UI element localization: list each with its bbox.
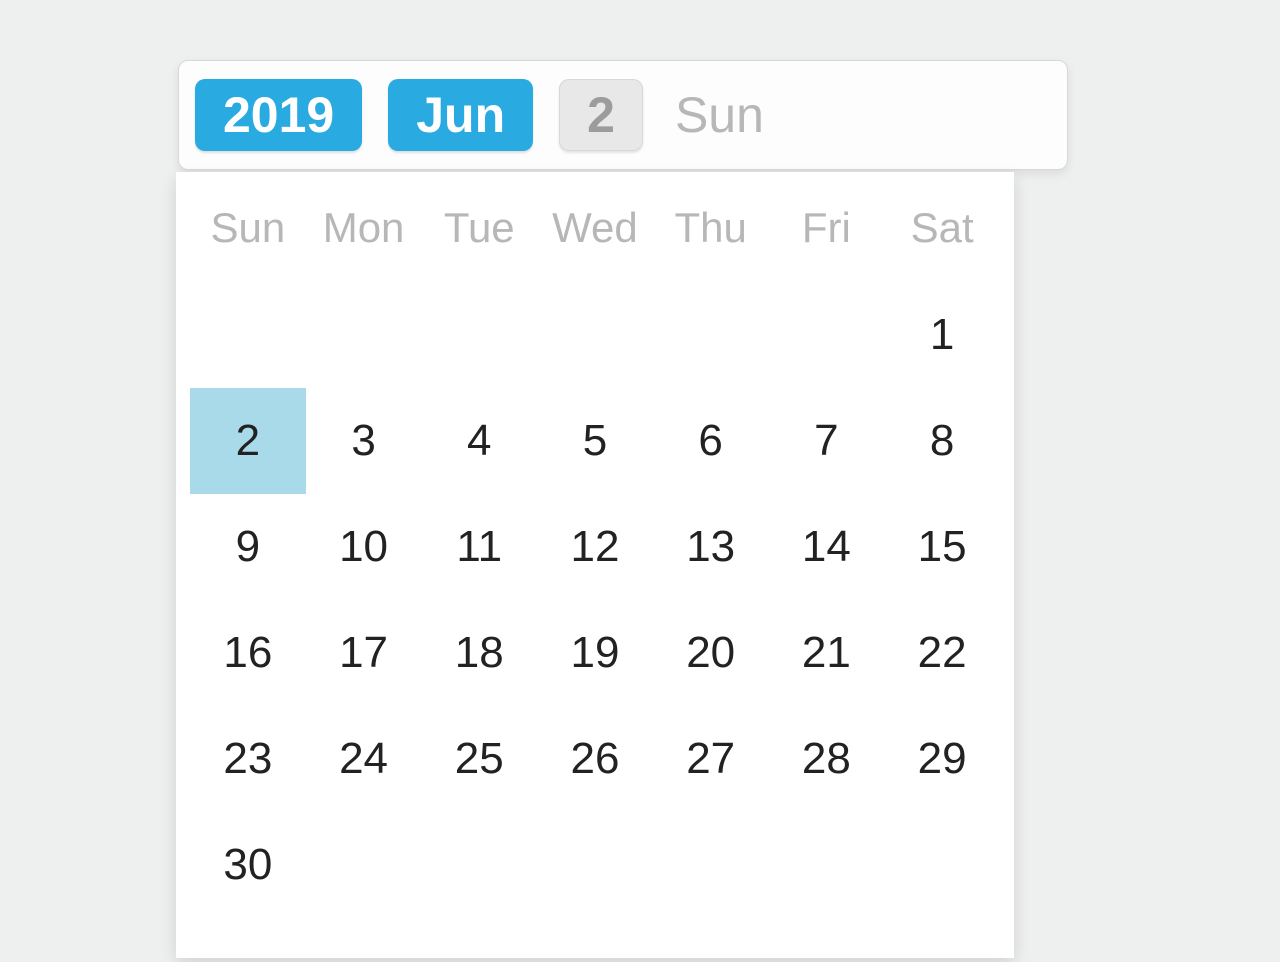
calendar-row: 9101112131415: [190, 494, 1000, 600]
calendar-day-label: 6: [654, 389, 768, 493]
calendar-day-label: 30: [191, 813, 305, 917]
calendar-day-label: 26: [538, 707, 652, 811]
calendar-day[interactable]: 14: [769, 494, 885, 600]
calendar-day[interactable]: 15: [884, 494, 1000, 600]
calendar-empty-cell: [306, 282, 422, 388]
day-of-week-label: Sun: [669, 86, 764, 144]
calendar-day[interactable]: 2: [190, 388, 306, 494]
date-picker-bar: 2019 Jun 2 Sun: [178, 60, 1068, 170]
calendar-day-label: 23: [191, 707, 305, 811]
calendar-day[interactable]: 7: [769, 388, 885, 494]
calendar-day-label: 7: [770, 389, 884, 493]
calendar-day-label: 14: [770, 495, 884, 599]
calendar-empty-cell: [190, 282, 306, 388]
month-button[interactable]: Jun: [388, 79, 533, 151]
calendar-row: 30: [190, 812, 1000, 918]
calendar-day-label: 12: [538, 495, 652, 599]
calendar-day[interactable]: 8: [884, 388, 1000, 494]
calendar-empty-cell: [537, 282, 653, 388]
calendar-day[interactable]: 29: [884, 706, 1000, 812]
calendar-empty-cell: [769, 282, 885, 388]
dow-header: Sun: [190, 196, 306, 282]
dow-header: Tue: [421, 196, 537, 282]
calendar-row: 2345678: [190, 388, 1000, 494]
calendar-day-label: 4: [422, 389, 536, 493]
calendar-day[interactable]: 3: [306, 388, 422, 494]
calendar-day[interactable]: 9: [190, 494, 306, 600]
calendar-empty-cell: [653, 812, 769, 918]
calendar-day[interactable]: 6: [653, 388, 769, 494]
calendar-empty-cell: [653, 282, 769, 388]
calendar-empty-cell: [421, 812, 537, 918]
dow-header: Thu: [653, 196, 769, 282]
dow-header: Sat: [884, 196, 1000, 282]
calendar-empty-cell: [421, 282, 537, 388]
calendar-day-label: 1: [885, 283, 999, 387]
calendar-empty-cell: [769, 812, 885, 918]
calendar-day[interactable]: 30: [190, 812, 306, 918]
calendar-day-label: 17: [307, 601, 421, 705]
calendar-day[interactable]: 5: [537, 388, 653, 494]
calendar-grid: Sun Mon Tue Wed Thu Fri Sat 123456789101…: [190, 196, 1000, 918]
calendar-day[interactable]: 18: [421, 600, 537, 706]
calendar-day-label: 20: [654, 601, 768, 705]
calendar-day[interactable]: 23: [190, 706, 306, 812]
calendar-day[interactable]: 19: [537, 600, 653, 706]
calendar-day-label: 22: [885, 601, 999, 705]
calendar-row: 23242526272829: [190, 706, 1000, 812]
calendar-day-label: 24: [307, 707, 421, 811]
calendar-day[interactable]: 10: [306, 494, 422, 600]
calendar-popup: Sun Mon Tue Wed Thu Fri Sat 123456789101…: [176, 172, 1014, 958]
calendar-day[interactable]: 24: [306, 706, 422, 812]
dow-header: Fri: [769, 196, 885, 282]
calendar-day[interactable]: 13: [653, 494, 769, 600]
calendar-day[interactable]: 12: [537, 494, 653, 600]
calendar-day[interactable]: 20: [653, 600, 769, 706]
calendar-day[interactable]: 25: [421, 706, 537, 812]
calendar-day-label: 9: [191, 495, 305, 599]
dow-header: Wed: [537, 196, 653, 282]
calendar-day[interactable]: 11: [421, 494, 537, 600]
calendar-day[interactable]: 22: [884, 600, 1000, 706]
calendar-day[interactable]: 16: [190, 600, 306, 706]
calendar-day-label: 13: [654, 495, 768, 599]
calendar-day-label: 11: [422, 495, 536, 599]
calendar-row: 1: [190, 282, 1000, 388]
calendar-day-label: 18: [422, 601, 536, 705]
calendar-day-label: 29: [885, 707, 999, 811]
dow-header: Mon: [306, 196, 422, 282]
calendar-day-label: 19: [538, 601, 652, 705]
calendar-day[interactable]: 27: [653, 706, 769, 812]
calendar-day-label: 15: [885, 495, 999, 599]
calendar-day-label: 21: [770, 601, 884, 705]
year-button[interactable]: 2019: [195, 79, 362, 151]
calendar-empty-cell: [306, 812, 422, 918]
calendar-day-label: 25: [422, 707, 536, 811]
calendar-day-label: 3: [307, 389, 421, 493]
calendar-empty-cell: [884, 812, 1000, 918]
calendar-day[interactable]: 1: [884, 282, 1000, 388]
calendar-row: 16171819202122: [190, 600, 1000, 706]
calendar-day[interactable]: 26: [537, 706, 653, 812]
calendar-body: 1234567891011121314151617181920212223242…: [190, 282, 1000, 918]
day-button[interactable]: 2: [559, 79, 643, 151]
calendar-day[interactable]: 4: [421, 388, 537, 494]
calendar-day-label: 2: [191, 389, 305, 493]
calendar-day[interactable]: 17: [306, 600, 422, 706]
calendar-day-label: 5: [538, 389, 652, 493]
calendar-day[interactable]: 28: [769, 706, 885, 812]
calendar-day-label: 8: [885, 389, 999, 493]
calendar-day-label: 28: [770, 707, 884, 811]
calendar-day[interactable]: 21: [769, 600, 885, 706]
calendar-header-row: Sun Mon Tue Wed Thu Fri Sat: [190, 196, 1000, 282]
calendar-day-label: 16: [191, 601, 305, 705]
calendar-day-label: 10: [307, 495, 421, 599]
calendar-day-label: 27: [654, 707, 768, 811]
calendar-empty-cell: [537, 812, 653, 918]
